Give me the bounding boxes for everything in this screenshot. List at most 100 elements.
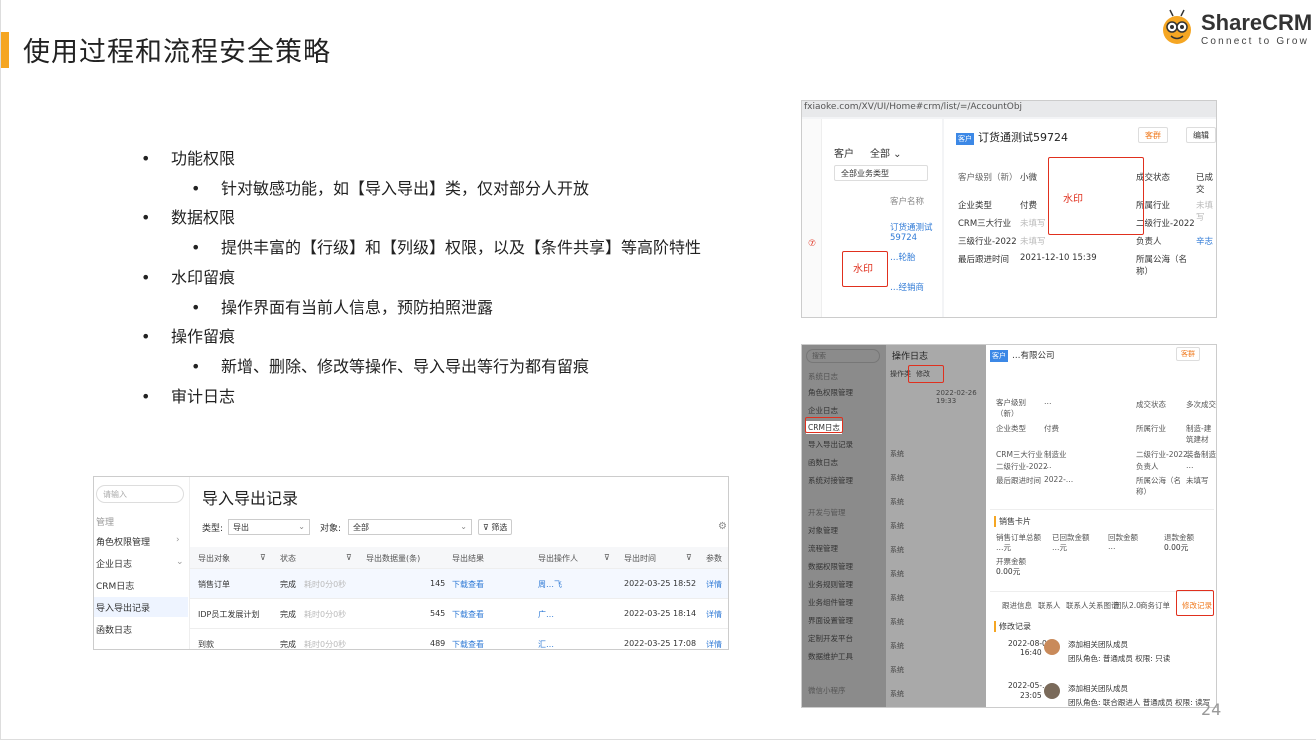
field-label: 二级行业-2022 xyxy=(1136,219,1195,229)
sidebar-item-function-log[interactable]: 函数日志 xyxy=(96,623,132,636)
tab-orders[interactable]: 商务订单 xyxy=(1140,600,1170,611)
page-heading: 导入导出记录 xyxy=(202,489,299,508)
nav-item[interactable]: 系统对接管理 xyxy=(808,475,853,486)
column-header: 状态 xyxy=(280,554,296,563)
log-row[interactable]: 系统 xyxy=(890,569,904,579)
log-row[interactable]: 系统 xyxy=(890,545,904,555)
sales-field-value: …元 xyxy=(1052,543,1067,552)
bullet-item: 水印留痕 xyxy=(139,263,759,293)
filter-button[interactable]: ⊽ 筛选 xyxy=(478,519,513,535)
field-label: 客户级别（新） xyxy=(958,173,1018,183)
nav-item[interactable]: 角色权限管理 xyxy=(808,387,853,398)
cell-count: 145 xyxy=(430,579,446,588)
nav-search-input[interactable]: 搜索 xyxy=(806,349,880,363)
filter-icon[interactable]: ⊽ xyxy=(260,553,266,562)
field-value: 未填写 xyxy=(1196,201,1214,223)
list-header: 客户 xyxy=(834,149,854,160)
column-header: 参数 xyxy=(706,554,722,563)
field-label: 所属行业 xyxy=(1136,424,1166,433)
record-name: 订货通测试59724 xyxy=(978,131,1068,144)
tab-contacts[interactable]: 联系人 xyxy=(1038,600,1061,611)
log-row[interactable]: 系统 xyxy=(890,473,904,483)
customer-link[interactable]: 订货通测试59724 xyxy=(890,221,942,243)
cell-operator[interactable]: 汇… xyxy=(538,639,554,649)
logo-tagline: Connect to Grow xyxy=(1201,36,1310,47)
field-value: 付费 xyxy=(1044,424,1059,433)
download-link[interactable]: 下载查看 xyxy=(452,639,484,649)
filter-icon[interactable]: ⊽ xyxy=(604,553,610,562)
highlight-box xyxy=(1176,590,1214,616)
sidebar-item-enterprise-log[interactable]: 企业日志 xyxy=(96,557,132,570)
tab-contact-graph[interactable]: 联系人关系图谱 xyxy=(1066,600,1119,611)
op-time: 2022-02-26 19:33 xyxy=(936,389,977,405)
sidebar-section: 管理 xyxy=(96,518,115,528)
nav-item[interactable]: 流程管理 xyxy=(808,543,838,554)
avatar xyxy=(1044,683,1060,699)
change-log-title: 修改记录 xyxy=(994,621,1031,632)
log-detail: 团队角色: 联合跟进人 普通成员 权限: 读写 xyxy=(1068,698,1211,707)
log-row[interactable]: 系统 xyxy=(890,521,904,531)
sales-field-value: … xyxy=(1108,542,1116,551)
customer-group-button[interactable]: 客群 xyxy=(1138,127,1168,143)
detail-link[interactable]: 详情 xyxy=(706,639,722,649)
sub-bullet-item: 操作界面有当前人信息，预防拍照泄露 xyxy=(139,293,759,323)
cell-operator[interactable]: 广… xyxy=(538,609,554,620)
tab-follow-up[interactable]: 跟进信息 xyxy=(1002,600,1032,611)
field-value[interactable]: … xyxy=(1186,461,1194,470)
cell-count: 545 xyxy=(430,609,446,618)
sidebar-item-crm-log[interactable]: CRM日志 xyxy=(96,579,134,592)
customer-link[interactable]: …轮胎 xyxy=(890,251,916,263)
download-link[interactable]: 下载查看 xyxy=(452,579,484,590)
bullet-item: 操作留痕 xyxy=(139,322,759,352)
filter-icon[interactable]: ⊽ xyxy=(686,553,692,562)
table-header: 导出对象 ⊽ 状态 ⊽ 导出数据量(条) 导出结果 导出操作人 ⊽ 导出时间 ⊽… xyxy=(190,547,728,569)
nav-item[interactable]: 数据权限管理 xyxy=(808,561,853,572)
log-row[interactable]: 系统 xyxy=(890,497,904,507)
object-select[interactable]: 全部 ⌄ xyxy=(348,519,472,535)
sidebar-item-role-permission[interactable]: 角色权限管理 xyxy=(96,535,150,548)
log-row[interactable]: 系统 xyxy=(890,617,904,627)
tab-team[interactable]: 团队2.0 xyxy=(1114,600,1141,611)
sidebar-item-import-export[interactable]: 导入导出记录 xyxy=(94,597,188,617)
download-link[interactable]: 下载查看 xyxy=(452,609,484,620)
slide: 使用过程和流程安全策略 ShareCRM Connect to Grow 功能权… xyxy=(0,0,1316,740)
log-text: 添加相关团队成员 xyxy=(1068,640,1128,649)
nav-item[interactable]: 业务规则管理 xyxy=(808,579,853,590)
field-value[interactable]: 辛志 xyxy=(1196,235,1213,247)
detail-link[interactable]: 详情 xyxy=(706,609,722,620)
nav-item[interactable]: 业务组件管理 xyxy=(808,597,853,608)
nav-item[interactable]: 界面设置管理 xyxy=(808,615,853,626)
nav-item[interactable]: 导入导出记录 xyxy=(808,439,853,450)
sharecrm-logo: ShareCRM Connect to Grow xyxy=(1159,8,1312,50)
log-row[interactable]: 系统 xyxy=(890,689,904,699)
scope-select[interactable]: 全部 ⌄ xyxy=(870,145,902,160)
sidebar-search-input[interactable]: 请输入 xyxy=(96,485,184,503)
field-label: 成交状态 xyxy=(1136,400,1166,409)
customer-group-button[interactable]: 客群 xyxy=(1176,347,1200,361)
page-number: 24 xyxy=(1201,700,1222,719)
log-row[interactable]: 系统 xyxy=(890,665,904,675)
nav-section: 系统日志 xyxy=(808,372,838,381)
nav-item[interactable]: 数据维护工具 xyxy=(808,651,853,662)
nav-item[interactable]: 企业日志 xyxy=(808,405,838,416)
cell-operator[interactable]: 周…飞 xyxy=(538,579,562,590)
nav-item[interactable]: 对象管理 xyxy=(808,525,838,536)
cell-duration: 耗时0分0秒 xyxy=(304,610,347,619)
edit-button[interactable]: 编辑 xyxy=(1186,127,1216,143)
customer-link[interactable]: …经销商 xyxy=(890,281,924,293)
field-value: 未填写 xyxy=(1186,476,1209,485)
business-type-select[interactable]: 全部业务类型 xyxy=(834,165,928,181)
log-row[interactable]: 系统 xyxy=(890,641,904,651)
type-select[interactable]: 导出 ⌄ xyxy=(228,519,310,535)
field-value: 制造-建筑建材 xyxy=(1186,424,1212,444)
field-value: 未填写 xyxy=(1020,237,1046,247)
filter-icon[interactable]: ⊽ xyxy=(346,553,352,562)
log-row[interactable]: 系统 xyxy=(890,449,904,459)
settings-icon[interactable]: ⚙ xyxy=(718,521,727,532)
detail-link[interactable]: 详情 xyxy=(706,579,722,590)
left-rail: ⑦ xyxy=(802,119,822,317)
log-time: 16:40 xyxy=(1020,648,1042,657)
log-row[interactable]: 系统 xyxy=(890,593,904,603)
nav-item[interactable]: 定制开发平台 xyxy=(808,633,853,644)
nav-item[interactable]: 函数日志 xyxy=(808,457,838,468)
